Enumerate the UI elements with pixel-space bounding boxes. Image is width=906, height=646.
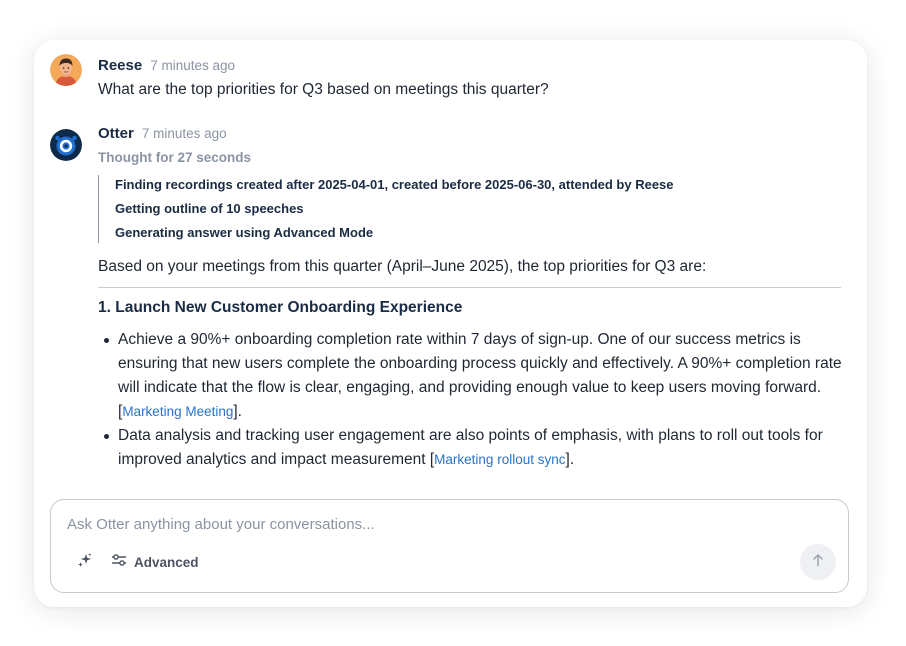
source-link-marketing-meeting[interactable]: Marketing Meeting (122, 404, 233, 419)
arrow-up-icon (811, 553, 825, 572)
reese-avatar (50, 54, 82, 86)
source-link-marketing-rollout-sync[interactable]: Marketing rollout sync (434, 452, 565, 467)
answer-intro: Based on your meetings from this quarter… (98, 258, 707, 275)
reasoning-step: Finding recordings created after 2025-04… (115, 177, 674, 192)
otter-avatar (50, 129, 82, 161)
sparkle-icon (77, 552, 93, 573)
message-composer: Advanced (50, 499, 849, 593)
sliders-icon (111, 552, 127, 573)
user-message-time: 7 minutes ago (150, 58, 236, 73)
send-button[interactable] (800, 544, 836, 580)
list-item: Data analysis and tracking user engageme… (98, 424, 848, 472)
priority-heading: 1. Launch New Customer Onboarding Experi… (98, 299, 463, 316)
priority-details-list: Achieve a 90%+ onboarding completion rat… (98, 328, 848, 472)
reasoning-step: Getting outline of 10 speeches (115, 201, 304, 216)
otter-message-header: Otter 7 minutes ago (98, 125, 227, 142)
answer-divider (98, 287, 841, 288)
otter-message-time: 7 minutes ago (141, 126, 227, 141)
list-item: Achieve a 90%+ onboarding completion rat… (98, 328, 848, 424)
reasoning-step: Generating answer using Advanced Mode (115, 225, 374, 240)
reasoning-steps: Finding recordings created after 2025-04… (98, 175, 738, 243)
ask-otter-input[interactable] (67, 512, 787, 536)
advanced-label: Advanced (134, 554, 199, 570)
chat-panel: Reese 7 minutes ago What are the top pri… (34, 40, 867, 607)
user-question-text: What are the top priorities for Q3 based… (98, 81, 549, 98)
otter-name: Otter (98, 125, 134, 142)
thought-duration-label: Thought for 27 seconds (98, 150, 252, 165)
sparkle-button[interactable] (75, 552, 95, 572)
advanced-mode-button[interactable]: Advanced (111, 552, 199, 572)
user-name: Reese (98, 57, 143, 74)
bullet-suffix: ]. (565, 451, 575, 468)
bullet-suffix: ]. (233, 403, 242, 420)
user-message-header: Reese 7 minutes ago (98, 57, 235, 74)
